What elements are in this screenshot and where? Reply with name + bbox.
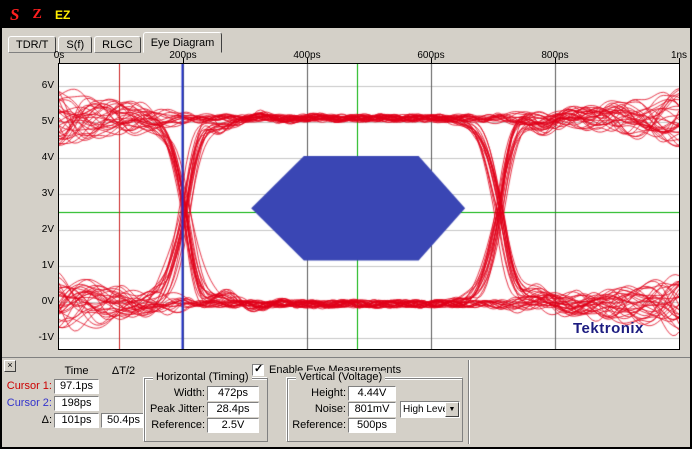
horizontal-timing-group: Horizontal (Timing) Width: 472ps Peak Ji… (144, 378, 268, 442)
vertical-voltage-title: Vertical (Voltage) (296, 371, 385, 383)
y-tick-label: 3V (8, 188, 54, 199)
app-window: S Z EZ TDR/T S(f) RLGC Eye Diagram 0s 20… (0, 0, 692, 449)
cursor1-value: 97.1ps (54, 379, 99, 394)
noise-level-dropdown-value: High Level (403, 403, 450, 416)
noise-level-dropdown[interactable]: High Level ▼ (400, 401, 460, 418)
cursor2-value: 198ps (54, 396, 99, 411)
dropdown-arrow-icon[interactable]: ▼ (445, 402, 459, 417)
delta-t-half-value: 50.4ps (101, 413, 146, 428)
titlebar: S Z EZ (2, 2, 690, 28)
y-tick-label: 4V (8, 152, 54, 163)
peak-jitter-label: Peak Jitter: (147, 402, 205, 416)
tab-rlgc[interactable]: RLGC (94, 36, 141, 53)
delta-t-half-column-header: ΔT/2 (101, 365, 146, 377)
eye-diagram-canvas[interactable] (59, 64, 679, 349)
height-label: Height: (290, 386, 346, 400)
y-tick-label: 2V (8, 224, 54, 235)
horizontal-timing-title: Horizontal (Timing) (153, 371, 252, 383)
close-panel-button[interactable]: × (4, 360, 16, 372)
height-value: 4.44V (348, 386, 396, 401)
noise-value: 801mV (348, 402, 396, 417)
tab-tdrt[interactable]: TDR/T (8, 36, 56, 53)
vertical-reference-value: 500ps (348, 418, 396, 433)
close-icon: × (7, 360, 12, 370)
delta-label: Δ: (2, 413, 52, 427)
checkbox-box[interactable]: ✓ (252, 364, 264, 376)
eye-diagram-plot (58, 63, 680, 350)
width-value: 472ps (207, 386, 259, 401)
app-icon-z[interactable]: Z (33, 2, 42, 28)
app-icon-ez[interactable]: EZ (55, 2, 70, 28)
tektronix-logo: Tektronix (573, 320, 644, 337)
peak-jitter-value: 28.4ps (207, 402, 259, 417)
time-column-header: Time (54, 365, 99, 377)
y-tick-label: -1V (8, 332, 54, 343)
y-tick-label: 1V (8, 260, 54, 271)
measurement-panel: × Time ΔT/2 Cursor 1: 97.1ps Cursor 2: 1… (2, 357, 690, 447)
vertical-reference-label: Reference: (290, 418, 346, 432)
width-label: Width: (147, 386, 205, 400)
cursor1-label: Cursor 1: (2, 379, 52, 393)
vertical-voltage-group: Vertical (Voltage) Height: 4.44V Noise: … (287, 378, 463, 442)
horizontal-reference-label: Reference: (147, 418, 205, 432)
app-icon-s[interactable]: S (10, 2, 19, 28)
y-tick-label: 0V (8, 296, 54, 307)
y-tick-label: 6V (8, 80, 54, 91)
check-icon: ✓ (254, 363, 263, 375)
y-tick-label: 5V (8, 116, 54, 127)
delta-time-value: 101ps (54, 413, 99, 428)
cursor2-label: Cursor 2: (2, 396, 52, 410)
horizontal-reference-value: 2.5V (207, 418, 259, 433)
noise-label: Noise: (290, 402, 346, 416)
panel-divider (468, 360, 470, 444)
